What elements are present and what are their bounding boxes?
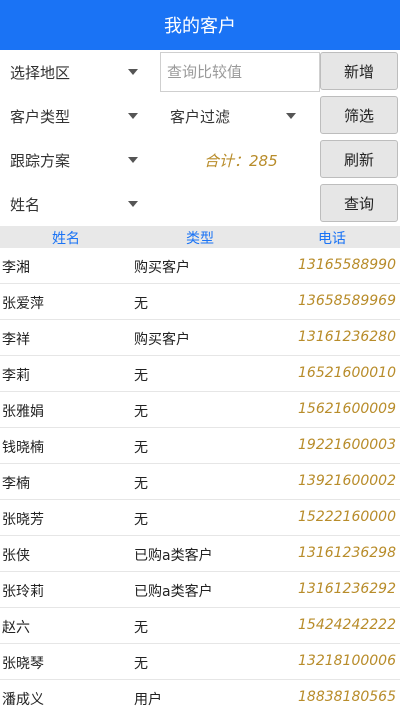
column-header-name[interactable]: 姓名	[52, 228, 80, 248]
table-row[interactable]: 张雅娟 无 15621600009	[0, 392, 400, 428]
region-select-label: 选择地区	[10, 63, 71, 82]
customer-phone: 15621600009	[298, 401, 396, 417]
customer-type-select[interactable]: 客户类型	[10, 94, 144, 138]
filter-button[interactable]: 筛选	[320, 96, 398, 134]
customer-type: 购买客户	[134, 260, 190, 276]
column-header-type[interactable]: 类型	[186, 228, 214, 248]
table-row[interactable]: 李莉 无 16521600010	[0, 356, 400, 392]
refresh-button[interactable]: 刷新	[320, 140, 398, 178]
customer-name: 张晓芳	[2, 512, 44, 528]
customer-type: 无	[134, 368, 148, 384]
compare-value-input[interactable]	[160, 52, 320, 92]
customer-phone: 13658589969	[298, 293, 396, 309]
customer-phone: 13165588990	[298, 257, 396, 273]
chevron-down-icon	[128, 69, 138, 75]
customer-type: 无	[134, 440, 148, 456]
customer-name: 李湘	[2, 260, 30, 276]
app-header: 我的客户	[0, 0, 400, 50]
chevron-down-icon	[128, 157, 138, 163]
field-label: 姓名	[10, 195, 41, 214]
customer-list: 李湘 购买客户 13165588990 张爱萍无 13658589969 李祥 购买客户 13…	[0, 248, 400, 711]
total-count: 合计：285	[204, 151, 278, 170]
customer-type: 无	[134, 476, 148, 492]
chevron-down-icon	[286, 113, 296, 119]
customer-phone: 15424242222	[298, 617, 396, 633]
customer-name: 李楠	[2, 476, 30, 492]
customer-phone: 13161236292	[298, 581, 396, 597]
table-row[interactable]: 李湘 购买客户 13165588990	[0, 248, 400, 284]
table-header: 姓名 类型 电话	[0, 226, 400, 248]
customer-name: 张玲莉	[2, 584, 44, 600]
customer-type: 无	[134, 404, 148, 420]
customer-name: 张爱萍	[2, 296, 44, 312]
table-row[interactable]: 张晓芳 无 15222160000	[0, 500, 400, 536]
customer-type: 无	[134, 620, 148, 636]
customer-type-label: 客户类型	[10, 107, 71, 126]
table-row[interactable]: 张爱萍 无 13658589969	[0, 284, 400, 320]
table-row[interactable]: 张晓琴 无 13218100006	[0, 644, 400, 680]
query-button[interactable]: 查询	[320, 184, 398, 222]
customer-name: 钱晓楠	[2, 440, 44, 456]
customer-phone: 15222160000	[298, 509, 396, 525]
customer-name: 李祥	[2, 332, 30, 348]
customer-type: 无	[134, 296, 148, 312]
table-row[interactable]: 钱晓楠 无 19221600003	[0, 428, 400, 464]
customer-type: 购买客户	[134, 332, 190, 348]
field-select[interactable]: 姓名	[10, 182, 144, 226]
customer-name: 潘成义	[2, 692, 44, 708]
customer-name: 李莉	[2, 368, 30, 384]
customer-type: 已购a类客户	[134, 548, 213, 564]
table-row[interactable]: 赵六 无 15424242222	[0, 608, 400, 644]
customer-type: 无	[134, 512, 148, 528]
add-button[interactable]: 新增	[320, 52, 398, 90]
customer-phone: 13161236298	[298, 545, 396, 561]
customer-phone: 18838180565	[298, 689, 396, 705]
column-header-phone[interactable]: 电话	[318, 228, 346, 248]
page-title: 我的客户	[164, 16, 236, 37]
chevron-down-icon	[128, 201, 138, 207]
customer-type: 已购a类客户	[134, 584, 213, 600]
chevron-down-icon	[128, 113, 138, 119]
table-row[interactable]: 潘成义 用户 18838180565	[0, 680, 400, 711]
tracking-label: 跟踪方案	[10, 151, 71, 170]
table-row[interactable]: 张玲莉 已购a类客户 13161236292	[0, 572, 400, 608]
customer-filter-select[interactable]: 客户过滤	[170, 94, 302, 138]
customer-phone: 19221600003	[298, 437, 396, 453]
customer-type: 无	[134, 656, 148, 672]
customer-phone: 13161236280	[298, 329, 396, 345]
customer-type: 用户	[134, 692, 162, 708]
customer-name: 张侠	[2, 548, 30, 564]
customer-phone: 13921600002	[298, 473, 396, 489]
customer-phone: 16521600010	[298, 365, 396, 381]
table-row[interactable]: 李楠 无 13921600002	[0, 464, 400, 500]
customer-phone: 13218100006	[298, 653, 396, 669]
table-row[interactable]: 张侠 已购a类客户 13161236298	[0, 536, 400, 572]
customer-filter-label: 客户过滤	[170, 107, 231, 126]
region-select[interactable]: 选择地区	[10, 50, 144, 94]
tracking-select[interactable]: 跟踪方案	[10, 138, 144, 182]
customer-name: 赵六	[2, 620, 30, 636]
table-row[interactable]: 李祥 购买客户 13161236280	[0, 320, 400, 356]
customer-name: 张晓琴	[2, 656, 44, 672]
customer-name: 张雅娟	[2, 404, 44, 420]
